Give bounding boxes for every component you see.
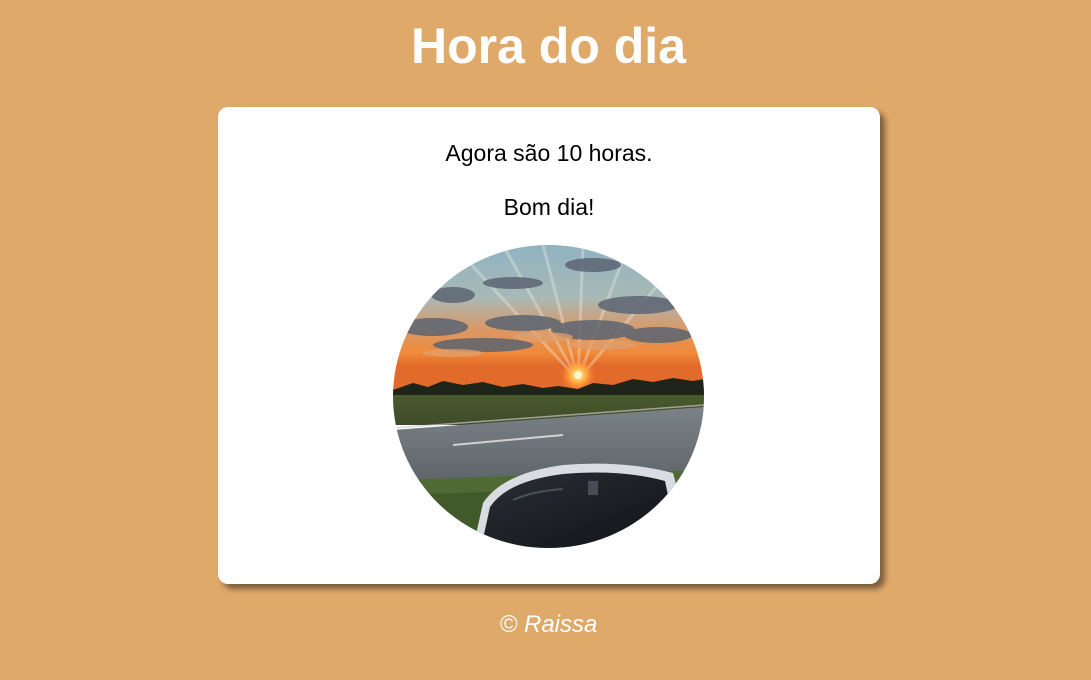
- time-card: Agora são 10 horas. Bom dia!: [218, 107, 880, 584]
- greeting-message: Bom dia!: [503, 194, 595, 220]
- page-title: Hora do dia: [410, 18, 687, 74]
- page: Hora do dia Agora são 10 horas. Bom dia!: [0, 0, 1091, 680]
- current-time-message: Agora são 10 horas.: [445, 140, 653, 166]
- footer-credit: © Raissa: [499, 611, 598, 638]
- time-of-day-image: [393, 245, 704, 548]
